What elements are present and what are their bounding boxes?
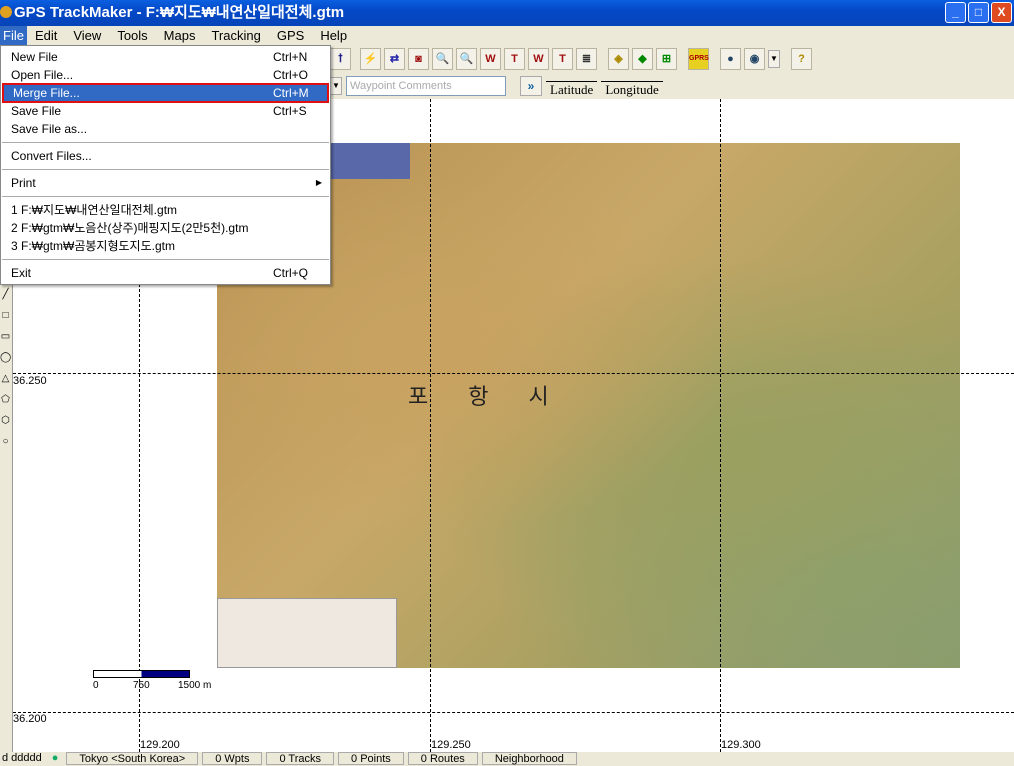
menu-item-merge-file[interactable]: Merge File... Ctrl+M [2, 83, 329, 103]
menu-item-new-file[interactable]: New File Ctrl+N [1, 48, 330, 66]
window-title: GPS TrackMaker - F:₩지도₩내연산일대전체.gtm [14, 4, 345, 21]
map-city-label: 포항시 [408, 384, 589, 409]
edit-track-icon[interactable]: ⚡ [360, 48, 381, 70]
list-icon[interactable]: ≣ [576, 48, 597, 70]
rectangle-tool-icon[interactable]: □ [0, 310, 11, 326]
dropdown-button[interactable]: ▼ [330, 77, 342, 95]
triangle-tool-icon[interactable]: △ [0, 373, 11, 389]
grid-line [720, 99, 721, 752]
line-tool-icon[interactable]: ╱ [0, 289, 11, 305]
menu-separator [2, 169, 329, 170]
menu-gps[interactable]: GPS [269, 26, 312, 45]
text-icon[interactable]: T [552, 48, 573, 70]
menu-maps[interactable]: Maps [156, 26, 204, 45]
circle-tool-icon[interactable]: ○ [0, 436, 11, 452]
grid-line [13, 712, 1014, 713]
longitude-label: Longitude [601, 80, 663, 98]
app-icon [0, 6, 12, 18]
status-datum[interactable]: Tokyo <South Korea> [66, 752, 199, 765]
waypoint-circle-icon[interactable]: W [480, 48, 501, 70]
go-button[interactable]: » [520, 76, 542, 96]
lon-label: 129.250 [431, 739, 471, 751]
menu-item-convert-files[interactable]: Convert Files... [1, 147, 330, 165]
globe-icon[interactable]: ● [720, 48, 741, 70]
toolbar: ꝉ ⚡ ⇄ ◙ 🔍 🔍 W T W T ≣ ◈ ◆ ⊞ GPRS ● ◉ ▼ ? [330, 46, 812, 72]
lat-label: 36.200 [13, 713, 47, 725]
scale-label: 0 [93, 680, 99, 691]
waypoint-icon[interactable]: W [528, 48, 549, 70]
find-waypoint-icon[interactable]: 🔍 [432, 48, 453, 70]
search-globe-icon[interactable]: ◉ [744, 48, 765, 70]
hexagon-tool-icon[interactable]: ⬡ [0, 415, 11, 431]
status-waypoints: 0 Wpts [202, 752, 263, 765]
status-format: d ddddd [2, 752, 42, 764]
status-points: 0 Points [338, 752, 404, 765]
scale-bar: 0 750 1500 m [93, 670, 211, 691]
gprs-button[interactable]: GPRS [688, 48, 709, 70]
folder-map-icon[interactable]: ◆ [632, 48, 653, 70]
lon-label: 129.300 [721, 739, 761, 751]
map-legend-image [217, 598, 397, 668]
rounded-rect-tool-icon[interactable]: ▭ [0, 331, 11, 347]
menu-separator [2, 259, 329, 260]
menu-tracking[interactable]: Tracking [203, 26, 268, 45]
submenu-arrow-icon: ▶ [315, 178, 322, 187]
menu-bar: File Edit View Tools Maps Tracking GPS H… [0, 26, 1014, 45]
swap-icon[interactable]: ⇄ [384, 48, 405, 70]
ellipse-tool-icon[interactable]: ◯ [0, 352, 11, 368]
reverse-icon[interactable]: ◙ [408, 48, 429, 70]
menu-item-save-file[interactable]: Save File Ctrl+S [1, 102, 330, 120]
help-button[interactable]: ? [791, 48, 812, 70]
coordinate-bar: ▼ Waypoint Comments » Latitude Longitude [330, 74, 663, 98]
menu-item-print[interactable]: Print ▶ [1, 174, 330, 192]
map-inset [330, 143, 410, 179]
pentagon-tool-icon[interactable]: ⬠ [0, 394, 11, 410]
find-text-icon[interactable]: 🔍 [456, 48, 477, 70]
latitude-label: Latitude [546, 80, 598, 98]
grid-line [13, 373, 1014, 374]
globe-icon: ● [51, 752, 59, 764]
status-tracks: 0 Tracks [266, 752, 335, 765]
maximize-button[interactable]: □ [968, 2, 989, 23]
text-circle-icon[interactable]: T [504, 48, 525, 70]
map-icon[interactable]: ◈ [608, 48, 629, 70]
menu-item-recent-3[interactable]: 3 F:₩gtm₩곰봉지형도지도.gtm [1, 237, 330, 255]
close-button[interactable]: X [991, 2, 1012, 23]
title-bar: GPS TrackMaker - F:₩지도₩내연산일대전체.gtm _ □ X [0, 0, 1014, 26]
status-bar: d ddddd ● Tokyo <South Korea> 0 Wpts 0 T… [0, 752, 1014, 765]
menu-item-open-file[interactable]: Open File... Ctrl+O [1, 66, 330, 84]
lat-label: 36.250 [13, 375, 47, 387]
menu-file[interactable]: File [0, 26, 27, 45]
menu-view[interactable]: View [65, 26, 109, 45]
scale-label: 750 [133, 680, 150, 691]
lon-label: 129.200 [140, 739, 180, 751]
measure-icon[interactable]: ⊞ [656, 48, 677, 70]
menu-item-recent-2[interactable]: 2 F:₩gtm₩노음산(상주)매핑지도(2만5천).gtm [1, 219, 330, 237]
scale-label: 1500 m [178, 680, 212, 691]
menu-separator [2, 142, 329, 143]
menu-item-save-file-as[interactable]: Save File as... [1, 120, 330, 138]
track-tool-icon[interactable]: ꝉ [330, 48, 351, 70]
minimize-button[interactable]: _ [945, 2, 966, 23]
menu-separator [2, 196, 329, 197]
menu-help[interactable]: Help [312, 26, 355, 45]
menu-edit[interactable]: Edit [27, 26, 65, 45]
menu-item-recent-1[interactable]: 1 F:₩지도₩내연산일대전체.gtm [1, 201, 330, 219]
waypoint-comments-input[interactable]: Waypoint Comments [346, 76, 506, 96]
status-zoom: Neighborhood [481, 752, 577, 765]
menu-item-exit[interactable]: Exit Ctrl+Q [1, 264, 330, 282]
grid-line [430, 99, 431, 752]
chevron-down-icon[interactable]: ▼ [768, 50, 780, 68]
status-routes: 0 Routes [407, 752, 478, 765]
menu-tools[interactable]: Tools [109, 26, 155, 45]
file-menu: New File Ctrl+N Open File... Ctrl+O Merge … [0, 45, 331, 285]
